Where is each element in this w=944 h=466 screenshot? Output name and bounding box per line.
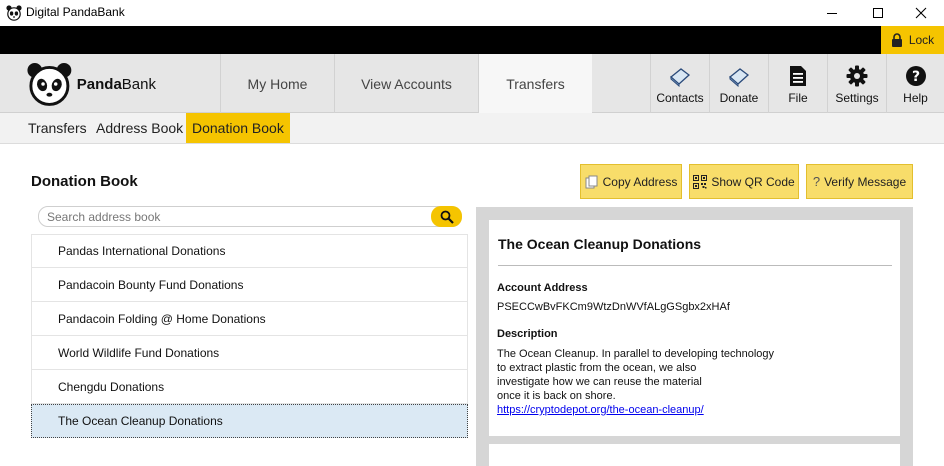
search-input[interactable] (47, 209, 427, 225)
settings-label: Settings (835, 91, 879, 105)
help-button[interactable]: ? Help (886, 54, 944, 113)
file-icon (790, 66, 806, 86)
lock-button[interactable]: Lock (881, 26, 944, 54)
minimize-button[interactable] (809, 0, 855, 26)
donate-label: Donate (719, 91, 759, 105)
detail-divider (498, 265, 892, 266)
page-title: Donation Book (31, 173, 138, 190)
contacts-icon (669, 68, 691, 87)
help-icon: ? (905, 66, 926, 86)
list-item[interactable]: Chengdu Donations (31, 370, 468, 404)
account-address-value: PSECCwBvFKCm9WtzDnWVfALgGSgbx2xHAf (497, 301, 730, 313)
pandabank-logo: PandaBank (26, 58, 156, 110)
tab-view-accounts[interactable]: View Accounts (334, 54, 478, 113)
list-item-selected[interactable]: The Ocean Cleanup Donations (31, 404, 468, 438)
question-icon: ? (812, 174, 821, 189)
file-button[interactable]: File (768, 54, 827, 113)
verify-message-label: Verify Message (824, 174, 907, 189)
detail-title: The Ocean Cleanup Donations (498, 236, 702, 252)
gear-icon (846, 65, 868, 87)
search-box (38, 206, 462, 227)
description-link[interactable]: https://cryptodepot.org/the-ocean-cleanu… (497, 403, 774, 417)
description-text: The Ocean Cleanup. In parallel to develo… (497, 348, 775, 417)
subtab-address-book[interactable]: Address Book (93, 113, 186, 143)
minimize-icon (827, 13, 837, 14)
copy-address-label: Copy Address (602, 174, 678, 189)
settings-button[interactable]: Settings (827, 54, 886, 113)
close-icon (915, 7, 927, 19)
panda-app-icon (6, 5, 22, 21)
list-item[interactable]: Pandacoin Bounty Fund Donations (31, 268, 468, 302)
help-label: Help (903, 91, 928, 105)
donate-icon (728, 68, 750, 87)
lock-icon (891, 33, 902, 47)
list-item[interactable]: Pandas International Donations (31, 234, 468, 268)
donation-list: Pandas International Donations Pandacoin… (31, 234, 468, 466)
maximize-button[interactable] (855, 0, 901, 26)
lock-label: Lock (908, 33, 935, 47)
account-address-label: Account Address (497, 282, 588, 294)
list-item[interactable]: Pandacoin Folding @ Home Donations (31, 302, 468, 336)
main-nav: PandaBank My Home View Accounts Transfer… (0, 54, 944, 113)
file-label: File (788, 91, 808, 105)
contacts-button[interactable]: Contacts (650, 54, 709, 113)
description-label: Description (497, 328, 558, 340)
tab-transfers[interactable]: Transfers (478, 54, 592, 113)
top-strip: Lock (0, 26, 944, 54)
maximize-icon (873, 8, 883, 18)
contacts-label: Contacts (656, 91, 704, 105)
verify-message-button[interactable]: ? Verify Message (806, 164, 913, 199)
subtab-transfers[interactable]: Transfers (25, 113, 90, 143)
show-qr-code-button[interactable]: Show QR Code (689, 164, 799, 199)
svg-text:?: ? (911, 69, 919, 85)
copy-icon (585, 175, 598, 188)
panda-logo-icon (27, 63, 72, 106)
title-bar: Digital PandaBank (0, 0, 944, 26)
qr-code-icon (693, 174, 708, 189)
tab-my-home[interactable]: My Home (220, 54, 334, 113)
copy-address-button[interactable]: Copy Address (580, 164, 682, 199)
subtab-donation-book[interactable]: Donation Book (186, 113, 290, 143)
logo-text: PandaBank (76, 75, 156, 93)
sub-nav: Transfers Address Book Donation Book (0, 113, 944, 144)
detail-card-secondary (489, 444, 900, 466)
search-icon (440, 210, 454, 224)
close-button[interactable] (898, 0, 944, 26)
donate-button[interactable]: Donate (709, 54, 768, 113)
list-item[interactable]: World Wildlife Fund Donations (31, 336, 468, 370)
window-title: Digital PandaBank (26, 5, 125, 19)
show-qr-code-label: Show QR Code (711, 174, 795, 189)
search-button[interactable] (431, 206, 462, 227)
